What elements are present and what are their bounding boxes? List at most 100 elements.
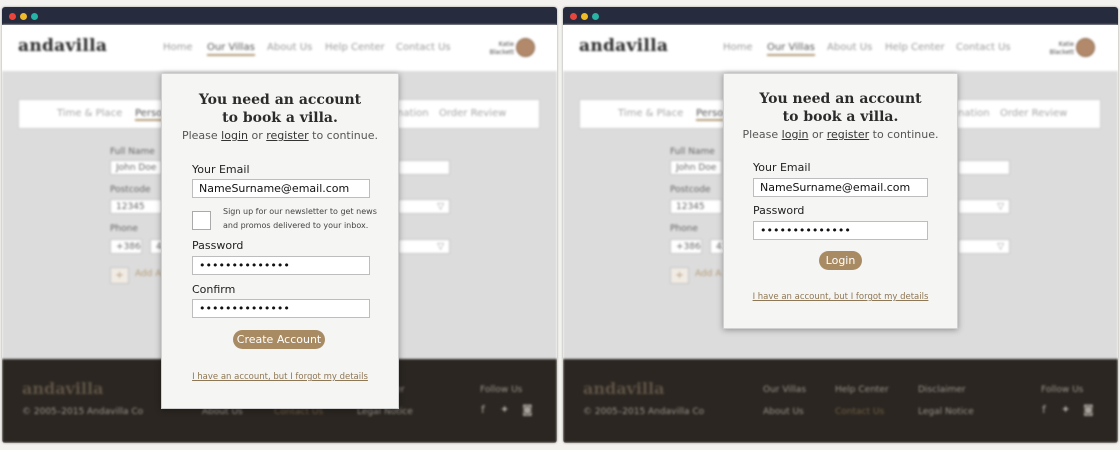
nav-our-villas[interactable]: Our Villas <box>767 42 815 56</box>
phone-code-field[interactable]: +386 <box>670 239 702 254</box>
add-person-icon[interactable]: + <box>670 267 689 284</box>
login-link[interactable]: login <box>782 128 809 141</box>
browser-window-register: andavilla Home Our Villas About Us Help … <box>2 7 557 443</box>
country-select[interactable]: ▽ <box>398 239 450 254</box>
facebook-icon[interactable]: f <box>1042 403 1046 416</box>
country-select[interactable]: ▽ <box>958 239 1010 254</box>
subtitle-or: or <box>808 128 827 141</box>
nav-home[interactable]: Home <box>723 42 753 53</box>
add-person-link[interactable]: Add A <box>695 269 721 279</box>
step-personal[interactable]: Perso <box>696 108 724 121</box>
avatar[interactable] <box>516 38 535 57</box>
modal-subtitle: Please login or register to continue. <box>162 129 398 142</box>
footer-link-disclaimer[interactable]: Disclaimer <box>918 385 966 395</box>
site-logo[interactable]: andavilla <box>18 36 107 56</box>
step-order-review[interactable]: Order Review <box>1000 108 1067 119</box>
footer-link-legal-notice[interactable]: Legal Notice <box>918 407 974 417</box>
email-label: Your Email <box>753 161 811 174</box>
step-time-place[interactable]: Time & Place <box>57 108 122 119</box>
nav-about-us[interactable]: About Us <box>267 42 312 53</box>
instagram-icon[interactable]: ◙ <box>522 403 533 416</box>
maximize-window-icon[interactable] <box>31 13 38 20</box>
minimize-window-icon[interactable] <box>581 13 588 20</box>
step-order-review[interactable]: Order Review <box>439 108 506 119</box>
add-person-link[interactable]: Add A <box>135 269 161 279</box>
footer-link-our-villas[interactable]: Our Villas <box>763 385 806 395</box>
facebook-icon[interactable]: f <box>481 403 485 416</box>
footer-logo[interactable]: andavilla <box>22 379 103 398</box>
password-field[interactable]: •••••••••••••• <box>192 256 370 275</box>
confirm-password-field[interactable]: •••••••••••••• <box>192 299 370 318</box>
modal-title-line1: You need an account <box>198 92 362 108</box>
modal-title: You need an account to book a villa. <box>724 90 957 126</box>
last-name-field[interactable] <box>958 160 1010 175</box>
nav-help-center[interactable]: Help Center <box>885 42 945 53</box>
user-name[interactable]: Katie Blackett <box>1048 41 1074 57</box>
step-personal[interactable]: Perso <box>135 108 163 121</box>
last-name-field[interactable] <box>398 160 450 175</box>
step-confirmation[interactable]: nation <box>397 108 429 119</box>
window-titlebar <box>563 7 1118 25</box>
nav-home[interactable]: Home <box>163 42 193 53</box>
instagram-icon[interactable]: ◙ <box>1083 403 1094 416</box>
modal-title-line2: to book a villa. <box>782 109 899 125</box>
footer-link-contact-us[interactable]: Contact Us <box>835 407 884 417</box>
login-button[interactable]: Login <box>819 251 862 270</box>
step-time-place[interactable]: Time & Place <box>618 108 683 119</box>
add-person-icon[interactable]: + <box>110 267 129 284</box>
register-link[interactable]: register <box>827 128 869 141</box>
nav-about-us[interactable]: About Us <box>827 42 872 53</box>
newsletter-checkbox[interactable] <box>192 211 211 230</box>
register-modal: You need an account to book a villa. Plea… <box>161 73 399 409</box>
full-name-field[interactable]: John Doe <box>110 160 162 175</box>
twitter-icon[interactable]: ✦ <box>1061 403 1070 416</box>
footer-link-about-us[interactable]: About Us <box>763 407 804 417</box>
user-first-name: Katie <box>498 41 514 48</box>
site-logo[interactable]: andavilla <box>579 36 668 56</box>
email-label: Your Email <box>192 163 250 176</box>
site-page: andavilla Home Our Villas About Us Help … <box>563 25 1118 443</box>
email-field[interactable]: NameSurname@email.com <box>753 178 928 197</box>
close-window-icon[interactable] <box>570 13 577 20</box>
email-field[interactable]: NameSurname@email.com <box>192 179 370 198</box>
nav-contact-us[interactable]: Contact Us <box>396 42 451 53</box>
password-field[interactable]: •••••••••••••• <box>753 221 928 240</box>
nav-contact-us[interactable]: Contact Us <box>956 42 1011 53</box>
full-name-label: Full Name <box>110 147 155 157</box>
subtitle-end: to continue. <box>869 128 939 141</box>
register-link[interactable]: register <box>266 129 308 142</box>
footer-copyright: © 2005–2015 Andavilla Co <box>583 407 705 417</box>
nav-our-villas[interactable]: Our Villas <box>207 42 255 56</box>
password-label: Password <box>192 239 244 252</box>
user-last-name: Blackett <box>1049 49 1074 56</box>
create-account-button[interactable]: Create Account <box>233 330 325 349</box>
modal-title-line2: to book a villa. <box>222 110 338 126</box>
postcode-field[interactable]: 12345 <box>110 199 162 214</box>
follow-us-label: Follow Us <box>1041 385 1084 395</box>
postcode-field[interactable]: 12345 <box>670 199 722 214</box>
site-header: andavilla Home Our Villas About Us Help … <box>2 25 557 72</box>
city-select[interactable]: ▽ <box>958 199 1010 214</box>
phone-label: Phone <box>670 224 698 234</box>
full-name-field[interactable]: John Doe <box>670 160 722 175</box>
avatar[interactable] <box>1076 38 1095 57</box>
close-window-icon[interactable] <box>9 13 16 20</box>
login-link[interactable]: login <box>221 129 248 142</box>
user-name[interactable]: Katie Blackett <box>488 41 514 57</box>
follow-us-label: Follow Us <box>480 385 523 395</box>
browser-window-login: andavilla Home Our Villas About Us Help … <box>563 7 1118 443</box>
footer-link-help-center[interactable]: Help Center <box>835 385 889 395</box>
nav-help-center[interactable]: Help Center <box>325 42 385 53</box>
maximize-window-icon[interactable] <box>592 13 599 20</box>
twitter-icon[interactable]: ✦ <box>500 403 509 416</box>
step-confirmation[interactable]: nation <box>958 108 990 119</box>
postcode-label: Postcode <box>110 185 151 195</box>
city-select[interactable]: ▽ <box>398 199 450 214</box>
newsletter-line1: Sign up for our newsletter to get news <box>223 207 377 216</box>
forgot-details-link[interactable]: I have an account, but I forgot my detai… <box>162 372 398 382</box>
phone-code-field[interactable]: +386 <box>110 239 142 254</box>
site-page: andavilla Home Our Villas About Us Help … <box>2 25 557 443</box>
footer-logo[interactable]: andavilla <box>583 379 664 398</box>
minimize-window-icon[interactable] <box>20 13 27 20</box>
forgot-details-link[interactable]: I have an account, but I forgot my detai… <box>724 292 957 302</box>
